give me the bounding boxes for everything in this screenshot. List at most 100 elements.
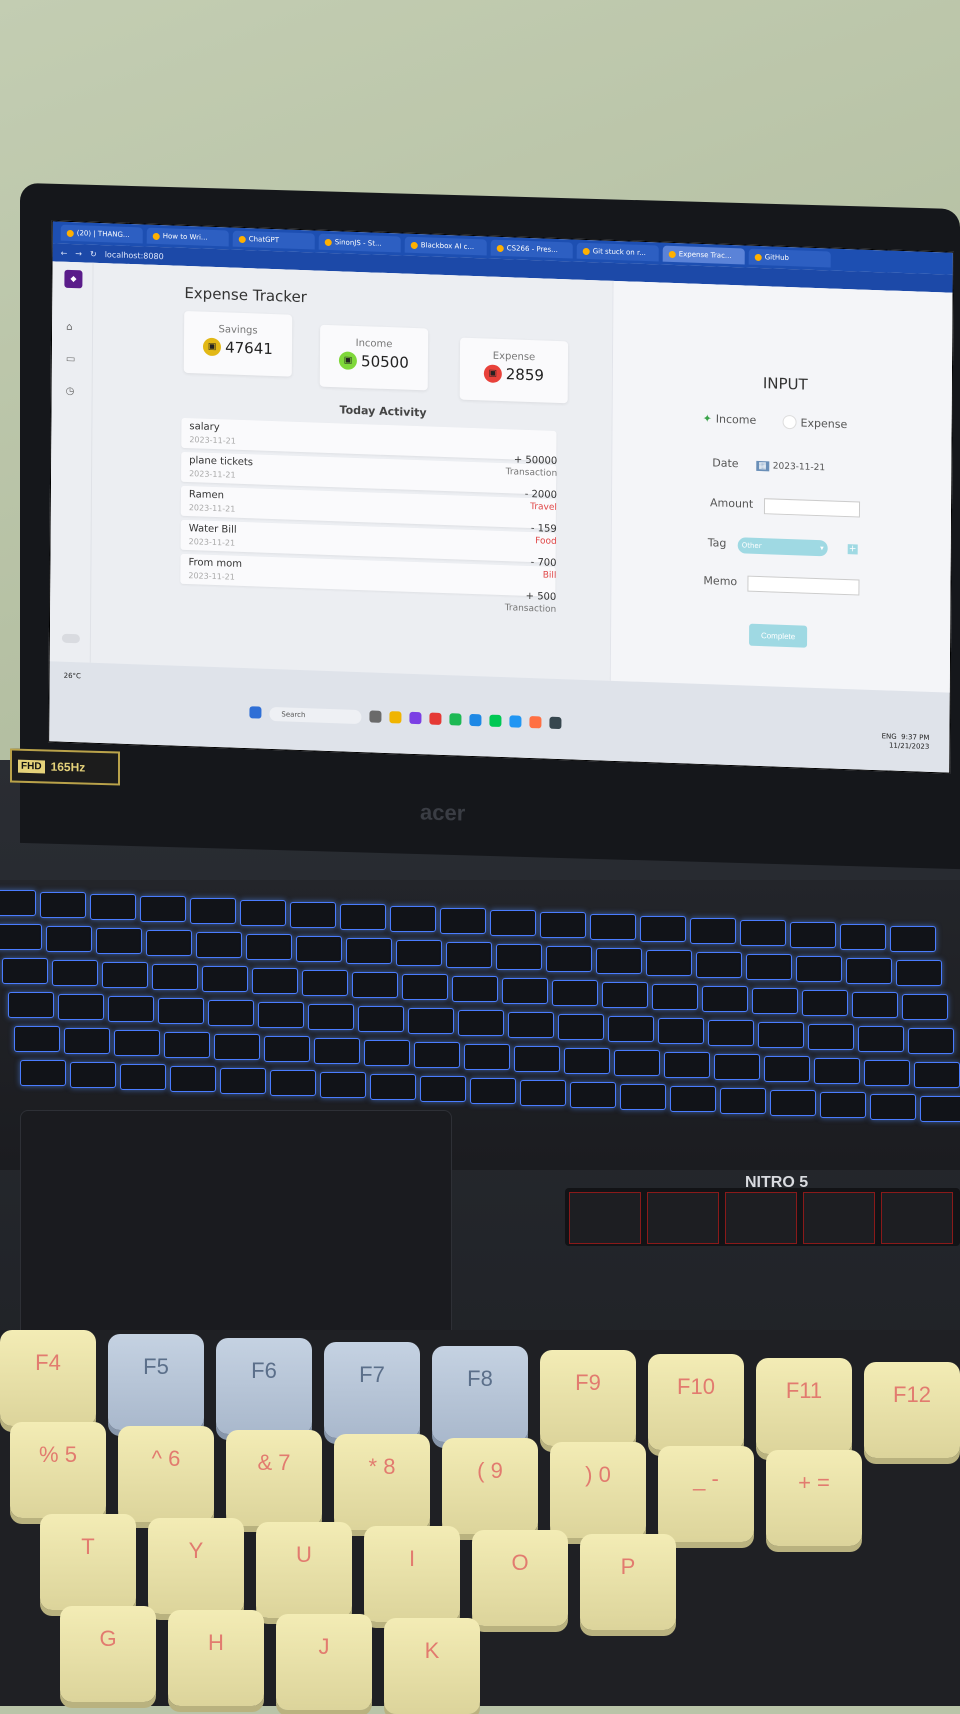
keyboard-key[interactable] <box>902 994 948 1020</box>
keyboard-key[interactable] <box>152 964 198 990</box>
keyboard-key[interactable] <box>764 1056 810 1082</box>
reload-icon[interactable]: ↻ <box>90 249 97 258</box>
keyboard-key[interactable] <box>452 976 498 1002</box>
app-icon[interactable] <box>509 715 522 728</box>
keyboard-key[interactable] <box>746 954 792 980</box>
keyboard-key[interactable] <box>70 1062 116 1088</box>
back-arrow-icon[interactable]: ← <box>61 248 68 257</box>
keyboard-key[interactable] <box>270 1070 316 1096</box>
keyboard-key[interactable] <box>214 1034 260 1060</box>
keycap[interactable]: F9 <box>540 1350 636 1446</box>
keyboard-key[interactable] <box>640 916 686 942</box>
keyboard-key[interactable] <box>302 970 348 996</box>
keyboard-key[interactable] <box>370 1074 416 1100</box>
keyboard-key[interactable] <box>402 974 448 1000</box>
keyboard-key[interactable] <box>596 948 642 974</box>
keyboard-key[interactable] <box>96 928 142 954</box>
keyboard-key[interactable] <box>652 984 698 1010</box>
keyboard-key[interactable] <box>190 898 236 924</box>
tag-select[interactable]: Other ▾ <box>737 537 828 557</box>
keyboard-key[interactable] <box>246 934 292 960</box>
keyboard-key[interactable] <box>702 986 748 1012</box>
keyboard-key[interactable] <box>64 1028 110 1054</box>
line-icon[interactable] <box>489 714 502 728</box>
system-clock[interactable]: ENG 9:37 PM 11/21/2023 <box>882 732 930 752</box>
keyboard-key[interactable] <box>170 1066 216 1092</box>
keycap[interactable]: F12 <box>864 1362 960 1458</box>
keyboard-key[interactable] <box>496 944 542 970</box>
keyboard-key[interactable] <box>340 904 386 930</box>
keyboard-key[interactable] <box>920 1096 960 1122</box>
add-tag-button[interactable]: + <box>847 544 858 555</box>
keycap[interactable]: ( 9 <box>442 1438 538 1534</box>
keycap[interactable]: I <box>364 1526 460 1622</box>
keyboard-key[interactable] <box>814 1058 860 1084</box>
keyboard-key[interactable] <box>520 1080 566 1106</box>
keyboard-key[interactable] <box>708 1020 754 1046</box>
app-icon[interactable] <box>369 710 382 723</box>
keycap[interactable]: ) 0 <box>550 1442 646 1538</box>
keyboard-key[interactable] <box>102 962 148 988</box>
taskbar-search[interactable]: Search <box>269 706 362 725</box>
keyboard-key[interactable] <box>296 936 342 962</box>
keyboard-key[interactable] <box>364 1040 410 1066</box>
keyboard-key[interactable] <box>0 890 36 916</box>
keyboard-key[interactable] <box>164 1032 210 1058</box>
forward-arrow-icon[interactable]: → <box>75 249 82 258</box>
keyboard-key[interactable] <box>408 1008 454 1034</box>
keyboard-key[interactable] <box>358 1006 404 1032</box>
keycap[interactable]: U <box>256 1522 352 1618</box>
keyboard-key[interactable] <box>308 1004 354 1030</box>
keyboard-key[interactable] <box>146 930 192 956</box>
touchpad[interactable] <box>20 1110 452 1342</box>
keyboard-key[interactable] <box>602 982 648 1008</box>
wallet-icon[interactable]: ▭ <box>66 354 78 366</box>
keyboard-key[interactable] <box>808 1024 854 1050</box>
keyboard-key[interactable] <box>470 1078 516 1104</box>
app-logo[interactable]: ◆ <box>64 269 83 289</box>
folder-icon[interactable] <box>389 711 402 724</box>
keyboard-key[interactable] <box>820 1092 866 1118</box>
keyboard-key[interactable] <box>420 1076 466 1102</box>
keyboard-key[interactable] <box>740 920 786 946</box>
spotify-icon[interactable] <box>449 713 462 726</box>
keyboard-key[interactable] <box>790 922 836 948</box>
keyboard-key[interactable] <box>58 994 104 1020</box>
keyboard-key[interactable] <box>390 906 436 932</box>
keyboard-key[interactable] <box>714 1054 760 1080</box>
browser-tab[interactable]: How to Wri... <box>146 227 229 247</box>
keyboard-key[interactable] <box>120 1064 166 1090</box>
keyboard-key[interactable] <box>608 1016 654 1042</box>
complete-button[interactable]: Complete <box>749 623 808 648</box>
keyboard-key[interactable] <box>290 902 336 928</box>
start-icon[interactable] <box>249 706 262 719</box>
keyboard-key[interactable] <box>202 966 248 992</box>
keyboard-key[interactable] <box>414 1042 460 1068</box>
keyboard-key[interactable] <box>140 896 186 922</box>
browser-tab[interactable]: SinonJS - St... <box>318 233 401 253</box>
terminal-icon[interactable] <box>549 716 562 730</box>
keyboard-key[interactable] <box>796 956 842 982</box>
keycap[interactable]: F6 <box>216 1338 312 1434</box>
keyboard-key[interactable] <box>852 992 898 1018</box>
keyboard-key[interactable] <box>658 1018 704 1044</box>
keyboard-key[interactable] <box>258 1002 304 1028</box>
keyboard-key[interactable] <box>570 1082 616 1108</box>
keyboard-key[interactable] <box>320 1072 366 1098</box>
keyboard-key[interactable] <box>346 938 392 964</box>
url-text[interactable]: localhost:8080 <box>105 250 164 261</box>
income-radio[interactable]: ✦ Income <box>703 412 757 427</box>
keycap[interactable]: F5 <box>108 1334 204 1430</box>
keyboard-key[interactable] <box>52 960 98 986</box>
keycap[interactable]: F10 <box>648 1354 744 1450</box>
keycap[interactable]: J <box>276 1614 372 1710</box>
keyboard-key[interactable] <box>252 968 298 994</box>
keyboard-key[interactable] <box>552 980 598 1006</box>
keycap[interactable]: Y <box>148 1518 244 1614</box>
keyboard-key[interactable] <box>752 988 798 1014</box>
keyboard-key[interactable] <box>564 1048 610 1074</box>
amount-input[interactable] <box>763 498 861 518</box>
keyboard-key[interactable] <box>196 932 242 958</box>
chrome-icon[interactable] <box>429 712 442 725</box>
expense-radio[interactable]: Expense <box>782 414 848 431</box>
